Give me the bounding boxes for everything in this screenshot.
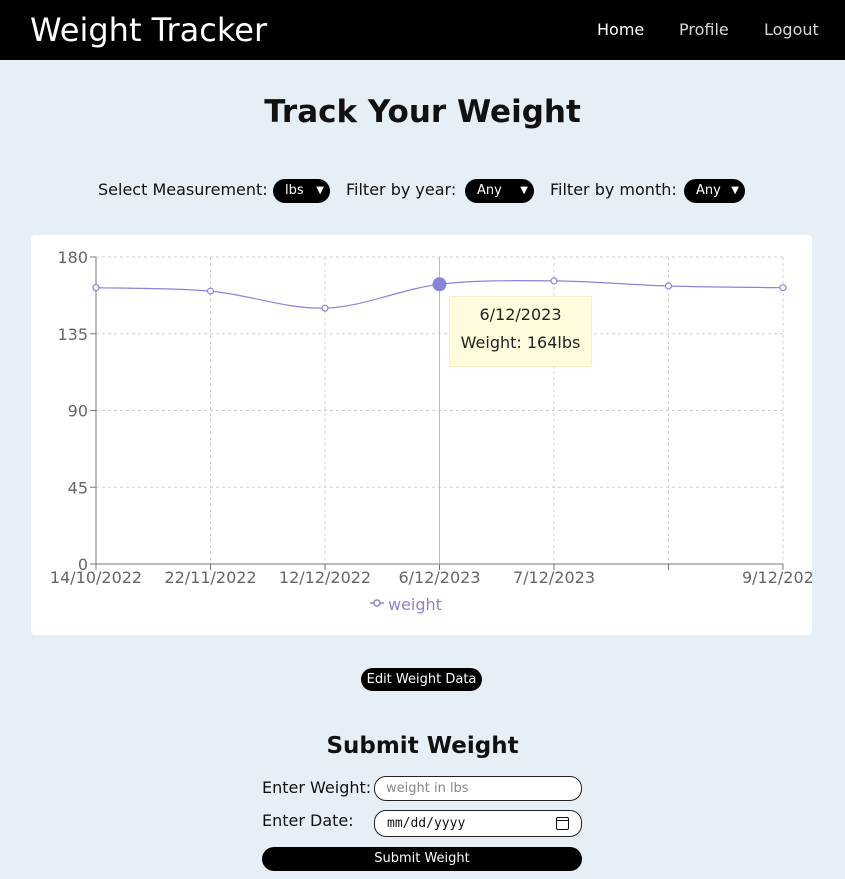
data-point[interactable] [206, 287, 215, 295]
month-filter-select[interactable]: Any ▼ [684, 179, 745, 203]
measurement-select-value: lbs [285, 183, 304, 198]
data-point[interactable] [92, 284, 100, 292]
x-tick-label: 12/12/2022 [279, 568, 371, 587]
y-tick-label: 45 [68, 478, 88, 497]
data-point[interactable] [664, 282, 673, 290]
y-tick-label: 180 [57, 248, 88, 267]
legend-label-weight: weight [388, 595, 442, 614]
x-tick-label: 7/12/2023 [513, 568, 595, 587]
year-filter-label: Filter by year: [346, 180, 457, 199]
measurement-select[interactable]: lbs ▼ [273, 179, 330, 203]
line-marker-icon [370, 599, 384, 607]
year-filter-value: Any [477, 183, 502, 198]
chevron-down-icon: ▼ [520, 185, 528, 196]
app-brand[interactable]: Weight Tracker [30, 10, 267, 50]
chevron-down-icon: ▼ [731, 185, 739, 196]
weight-chart-card: 0 45 90 135 180 14/10/2022 22/11/2022 12/12/202… [31, 235, 812, 635]
active-data-point[interactable] [432, 277, 447, 292]
x-tick-label: 9/12/2023 [742, 568, 812, 587]
x-tick-label: 14/10/2022 [50, 568, 142, 587]
x-tick-label: 6/12/2023 [398, 568, 480, 587]
tooltip-date: 6/12/2023 [479, 305, 562, 324]
date-input-label: Enter Date: [262, 811, 354, 830]
edit-weight-data-button[interactable]: Edit Weight Data [361, 668, 482, 691]
calendar-icon[interactable] [556, 817, 569, 830]
nav-profile-link[interactable]: Profile [679, 20, 729, 40]
top-navbar: Weight Tracker Home Profile Logout [0, 0, 845, 60]
submit-weight-title: Submit Weight [326, 733, 519, 759]
page-title: Track Your Weight [264, 94, 581, 130]
nav-logout-link[interactable]: Logout [764, 20, 819, 40]
nav-home-link[interactable]: Home [597, 20, 644, 40]
month-filter-label: Filter by month: [550, 180, 677, 199]
data-point[interactable] [321, 304, 329, 312]
date-input-placeholder: mm/dd/yyyy [387, 816, 466, 831]
weight-input-label: Enter Weight: [262, 778, 372, 797]
date-input[interactable]: mm/dd/yyyy [374, 810, 582, 837]
y-tick-label: 90 [68, 402, 88, 421]
year-filter-select[interactable]: Any ▼ [465, 179, 534, 203]
submit-weight-button[interactable]: Submit Weight [262, 847, 582, 871]
chart-tooltip: 6/12/2023 Weight: 164lbs [449, 296, 592, 367]
weight-input[interactable] [374, 776, 582, 801]
y-tick-label: 135 [57, 325, 88, 344]
weight-line-chart[interactable]: 0459013518014/10/2022 22/11/2022 12/12/202… [31, 235, 812, 635]
data-point[interactable] [550, 277, 558, 285]
data-point[interactable] [779, 284, 787, 292]
month-filter-value: Any [696, 183, 721, 198]
measurement-label: Select Measurement: [98, 180, 268, 199]
chart-legend: weight [370, 595, 442, 615]
tooltip-value: Weight: 164lbs [460, 333, 581, 352]
x-tick-label: 22/11/2022 [164, 568, 256, 587]
chevron-down-icon: ▼ [316, 185, 324, 196]
